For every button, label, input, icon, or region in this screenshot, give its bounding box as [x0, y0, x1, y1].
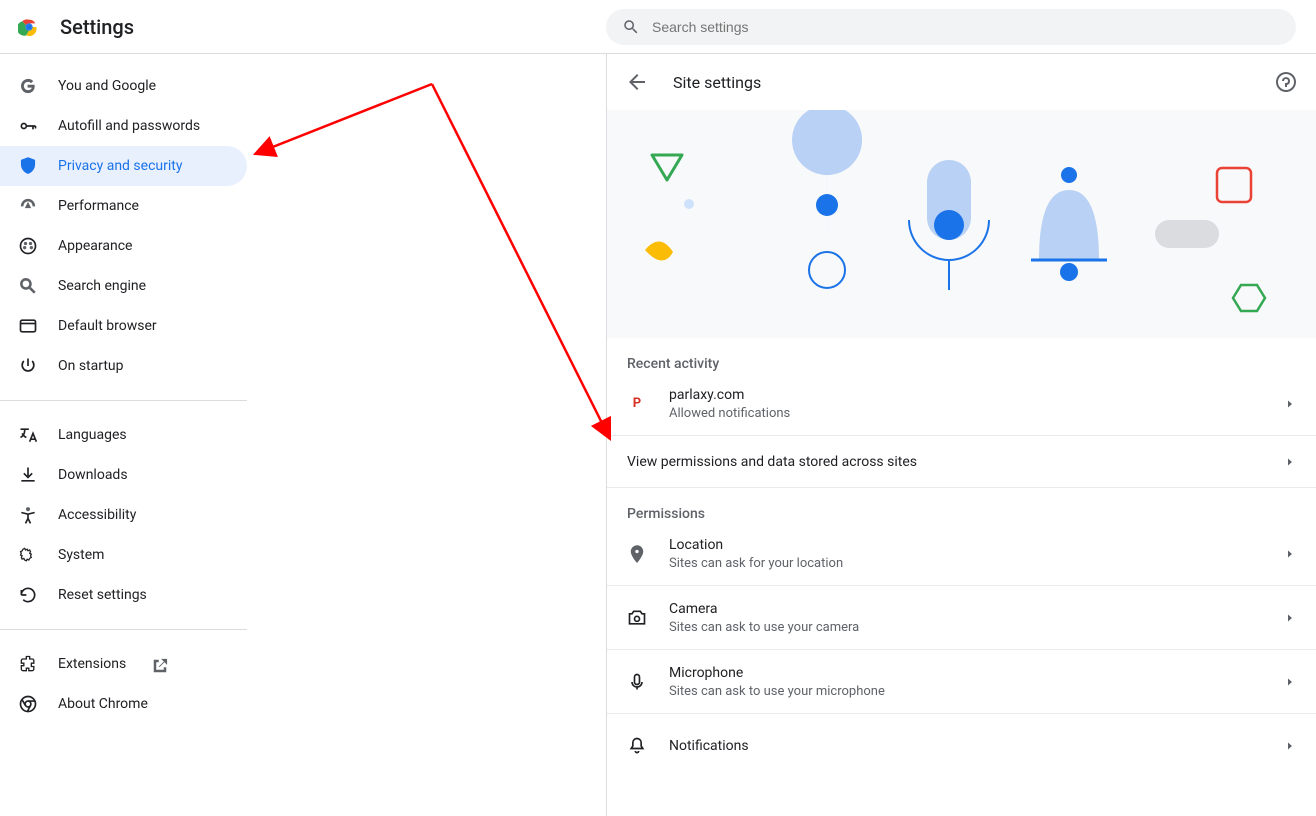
sidebar-item-label: Reset settings: [58, 587, 147, 603]
camera-icon: [627, 608, 647, 628]
sidebar-item-default-browser[interactable]: Default browser: [0, 306, 247, 346]
permission-title: Notifications: [669, 736, 749, 756]
system-icon: [18, 545, 38, 565]
chevron-right-icon: [1284, 398, 1296, 410]
sidebar-item-appearance[interactable]: Appearance: [0, 226, 247, 266]
open-external-icon: [150, 656, 166, 672]
sidebar-item-extensions[interactable]: Extensions: [0, 644, 247, 684]
sidebar-item-label: On startup: [58, 358, 124, 374]
bell-icon: [627, 736, 647, 756]
power-icon: [18, 356, 38, 376]
reset-icon: [18, 585, 38, 605]
sidebar-item-reset[interactable]: Reset settings: [0, 575, 247, 615]
sidebar-item-accessibility[interactable]: Accessibility: [0, 495, 247, 535]
sidebar-item-label: Downloads: [58, 467, 128, 483]
sidebar-item-on-startup[interactable]: On startup: [0, 346, 247, 386]
speed-icon: [18, 196, 38, 216]
hero-illustration: [607, 110, 1316, 338]
sidebar-item-label: You and Google: [58, 78, 156, 94]
sidebar-item-label: Performance: [58, 198, 139, 214]
chevron-right-icon: [1284, 612, 1296, 624]
ext-icon: [18, 654, 38, 674]
sidebar-item-label: Appearance: [58, 238, 132, 254]
recent-site-row[interactable]: P parlaxy.com Allowed notifications: [607, 372, 1316, 436]
permission-title: Camera: [669, 599, 859, 619]
chevron-right-icon: [1284, 456, 1296, 468]
sidebar-item-label: System: [58, 547, 104, 563]
sidebar-item-autofill[interactable]: Autofill and passwords: [0, 106, 247, 146]
permission-row-notifications[interactable]: Notifications: [607, 714, 1316, 778]
chevron-right-icon: [1284, 548, 1296, 560]
search-box[interactable]: [606, 9, 1296, 45]
back-button[interactable]: [625, 70, 649, 94]
sidebar-item-privacy[interactable]: Privacy and security: [0, 146, 247, 186]
recent-site-name: parlaxy.com: [669, 385, 790, 405]
sidebar-item-label: Accessibility: [58, 507, 136, 523]
recent-activity-label: Recent activity: [607, 338, 1316, 372]
sidebar-item-system[interactable]: System: [0, 535, 247, 575]
sidebar-item-search-engine[interactable]: Search engine: [0, 266, 247, 306]
permission-title: Location: [669, 535, 843, 555]
sidebar-item-downloads[interactable]: Downloads: [0, 455, 247, 495]
permission-subtitle: Sites can ask to use your microphone: [669, 683, 885, 701]
permission-subtitle: Sites can ask for your location: [669, 555, 843, 573]
palette-icon: [18, 236, 38, 256]
site-favicon-icon: P: [627, 394, 647, 414]
chevron-right-icon: [1284, 740, 1296, 752]
sidebar-item-performance[interactable]: Performance: [0, 186, 247, 226]
key-icon: [18, 116, 38, 136]
permission-title: Microphone: [669, 663, 885, 683]
sidebar-item-languages[interactable]: Languages: [0, 415, 247, 455]
page-title: Site settings: [673, 73, 761, 92]
location-icon: [627, 544, 647, 564]
sidebar-item-label: About Chrome: [58, 696, 148, 712]
google-icon: [18, 76, 38, 96]
chrome-icon: [18, 694, 38, 714]
mic-icon: [627, 672, 647, 692]
sidebar-item-label: Extensions: [58, 656, 126, 672]
permission-row-camera[interactable]: CameraSites can ask to use your camera: [607, 586, 1316, 650]
permission-row-microphone[interactable]: MicrophoneSites can ask to use your micr…: [607, 650, 1316, 714]
permission-row-location[interactable]: LocationSites can ask for your location: [607, 522, 1316, 586]
shield-icon: [18, 156, 38, 176]
sidebar-item-about[interactable]: About Chrome: [0, 684, 247, 724]
search-icon: [18, 276, 38, 296]
download-icon: [18, 465, 38, 485]
view-all-label: View permissions and data stored across …: [627, 454, 917, 470]
browser-icon: [18, 316, 38, 336]
a11y-icon: [18, 505, 38, 525]
sidebar-item-label: Default browser: [58, 318, 157, 334]
search-input[interactable]: [650, 18, 1280, 36]
chevron-right-icon: [1284, 676, 1296, 688]
sidebar-item-label: Languages: [58, 427, 127, 443]
sidebar-item-label: Search engine: [58, 278, 146, 294]
sidebar-item-label: Privacy and security: [58, 158, 182, 174]
permissions-label: Permissions: [607, 488, 1316, 522]
lang-icon: [18, 425, 38, 445]
sidebar-item-label: Autofill and passwords: [58, 118, 200, 134]
sidebar-item-you-and-google[interactable]: You and Google: [0, 66, 247, 106]
permission-subtitle: Sites can ask to use your camera: [669, 619, 859, 637]
chrome-logo-icon: [18, 16, 40, 38]
help-button[interactable]: [1274, 70, 1298, 94]
search-icon: [622, 18, 640, 36]
recent-site-detail: Allowed notifications: [669, 405, 790, 423]
view-all-sites-row[interactable]: View permissions and data stored across …: [607, 436, 1316, 488]
app-title: Settings: [60, 15, 134, 39]
